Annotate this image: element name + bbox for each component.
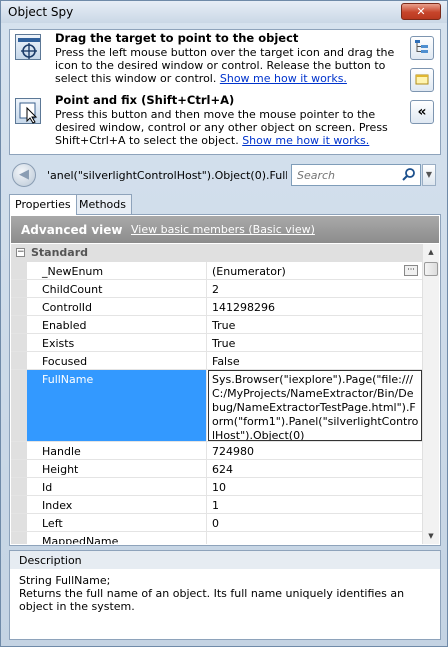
property-name: ChildCount <box>27 280 207 297</box>
property-value: 724980 <box>212 445 254 458</box>
point-heading: Point and fix (Shift+Ctrl+A) <box>55 93 235 107</box>
navigation-bar: ◀ 'anel("silverlightControlHost").Object… <box>9 161 441 189</box>
view-title: Advanced view <box>21 223 123 237</box>
property-name: Enabled <box>27 316 207 333</box>
property-name: ControlId <box>27 298 207 315</box>
table-row[interactable]: ControlId 141298296 <box>11 298 422 316</box>
drag-target-icon[interactable] <box>15 34 41 60</box>
highlight-icon <box>414 71 430 90</box>
table-row[interactable]: Handle 724980 <box>11 442 422 460</box>
property-value: 0 <box>212 517 219 530</box>
property-name: Left <box>27 514 207 531</box>
tree-view-button[interactable] <box>410 36 434 60</box>
close-button[interactable]: ✕ <box>401 3 441 20</box>
object-spy-window: Object Spy ✕ Drag the target to point to… <box>0 0 448 647</box>
chevron-down-icon: ▼ <box>425 170 433 179</box>
collapse-icon: « <box>417 104 427 120</box>
property-value <box>208 532 422 544</box>
scroll-up-icon[interactable]: ▲ <box>423 244 439 260</box>
description-signature: String FullName; <box>19 574 111 587</box>
table-row[interactable]: ChildCount 2 <box>11 280 422 298</box>
scrollbar-thumb[interactable] <box>424 262 438 276</box>
property-value: 10 <box>212 481 226 494</box>
property-name: MappedName <box>27 532 207 544</box>
property-value: 624 <box>212 463 233 476</box>
object-path: 'anel("silverlightControlHost").Object(0… <box>47 169 287 182</box>
property-name: Height <box>27 460 207 477</box>
table-row[interactable]: Exists True <box>11 334 422 352</box>
property-name: Handle <box>27 442 207 459</box>
category-label: Standard <box>31 246 89 259</box>
window-title: Object Spy <box>8 5 74 19</box>
table-row[interactable]: Height 624 <box>11 460 422 478</box>
table-row-selected[interactable]: FullName Sys.Browser("iexplore").Page("f… <box>11 370 422 442</box>
drag-instructions: Drag the target to point to the object P… <box>55 31 395 86</box>
table-row[interactable]: Id 10 <box>11 478 422 496</box>
search-dropdown-button[interactable]: ▼ <box>422 164 436 186</box>
description-panel: Description String FullName; Returns the… <box>9 550 441 640</box>
property-value: True <box>212 337 236 350</box>
property-name: FullName <box>27 370 207 441</box>
property-name: Id <box>27 478 207 495</box>
table-row[interactable]: Index 1 <box>11 496 422 514</box>
tree-view-icon <box>414 39 430 58</box>
search-input[interactable] <box>295 166 395 184</box>
table-row[interactable]: Enabled True <box>11 316 422 334</box>
collapse-button[interactable]: « <box>410 100 434 124</box>
property-value: 141298296 <box>212 301 275 314</box>
highlight-button[interactable] <box>410 68 434 92</box>
tab-methods[interactable]: Methods <box>73 194 132 214</box>
property-value: True <box>212 319 236 332</box>
back-button[interactable]: ◀ <box>12 163 36 187</box>
property-name: Exists <box>27 334 207 351</box>
table-row[interactable]: Focused False <box>11 352 422 370</box>
property-grid: − Standard _NewEnum (Enumerator) ··· Chi… <box>11 244 422 544</box>
description-header: Description <box>10 551 440 569</box>
point-show-me-link[interactable]: Show me how it works. <box>242 134 369 147</box>
property-value: False <box>212 355 240 368</box>
property-grid-scrollbar[interactable]: ▲ ▼ <box>422 244 439 544</box>
category-standard[interactable]: − Standard <box>11 244 422 262</box>
drag-show-me-link[interactable]: Show me how it works. <box>220 72 347 85</box>
search-box[interactable] <box>291 164 421 186</box>
property-value-editor[interactable]: Sys.Browser("iexplore").Page("file:///C:… <box>208 370 422 441</box>
table-row[interactable]: Left 0 <box>11 514 422 532</box>
collapse-category-icon[interactable]: − <box>16 248 25 257</box>
view-header: Advanced view View basic members (Basic … <box>11 216 439 243</box>
table-row[interactable]: MappedName <box>11 532 422 544</box>
properties-panel: Advanced view View basic members (Basic … <box>9 214 441 546</box>
property-value: (Enumerator) <box>212 265 286 278</box>
ellipsis-button[interactable]: ··· <box>404 265 418 276</box>
tab-properties[interactable]: Properties <box>9 194 77 215</box>
scroll-down-icon[interactable]: ▼ <box>423 528 439 544</box>
property-name: Focused <box>27 352 207 369</box>
property-name: _NewEnum <box>27 262 207 279</box>
instructions-panel: Drag the target to point to the object P… <box>9 29 441 155</box>
property-value: 1 <box>212 499 219 512</box>
description-text: Returns the full name of an object. Its … <box>19 587 405 613</box>
property-name: Index <box>27 496 207 513</box>
table-row[interactable]: _NewEnum (Enumerator) ··· <box>11 262 422 280</box>
search-icon[interactable] <box>402 167 416 184</box>
property-value: 2 <box>212 283 219 296</box>
title-bar[interactable]: Object Spy ✕ <box>1 1 447 23</box>
drag-heading: Drag the target to point to the object <box>55 31 299 45</box>
point-and-fix-icon[interactable] <box>15 98 41 124</box>
basic-view-link[interactable]: View basic members (Basic view) <box>131 223 315 236</box>
point-instructions: Point and fix (Shift+Ctrl+A) Press this … <box>55 93 395 148</box>
back-arrow-icon: ◀ <box>19 167 29 182</box>
